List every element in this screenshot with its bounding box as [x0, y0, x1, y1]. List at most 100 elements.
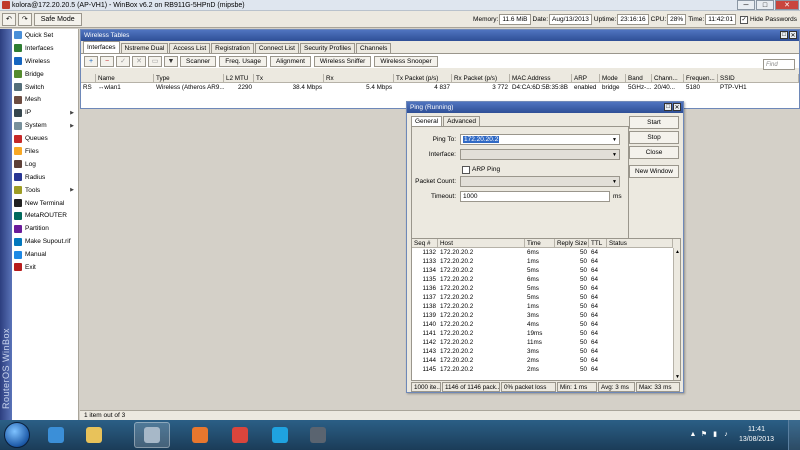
list-item[interactable]: 1140 172.20.20.2 4ms 50 64	[412, 320, 680, 329]
wireless-snooper-button[interactable]: Wireless Snooper	[374, 55, 438, 67]
volume-icon[interactable]: ♪	[722, 430, 730, 438]
taskbar-app-button[interactable]	[262, 422, 298, 448]
tab-channels[interactable]: Channels	[355, 43, 392, 53]
menu-item-switch[interactable]: Switch	[12, 81, 78, 94]
ping-close-window-button[interactable]: ✕	[673, 103, 681, 111]
tab-nstreme-dual[interactable]: Nstreme Dual	[120, 43, 169, 53]
stop-button[interactable]: Stop	[629, 131, 679, 144]
list-item[interactable]: 1144 172.20.20.2 2ms 50 64	[412, 356, 680, 365]
list-item[interactable]: 1132 172.20.20.2 6ms 50 64	[412, 248, 680, 257]
menu-item-queues[interactable]: Queues	[12, 132, 78, 145]
list-item[interactable]: 1137 172.20.20.2 5ms 50 64	[412, 293, 680, 302]
hide-passwords-checkbox[interactable]: ✓	[740, 15, 749, 24]
menu-item-quick-set[interactable]: Quick Set	[12, 29, 78, 42]
timeout-label: Timeout:	[430, 193, 456, 200]
taskbar-app-button[interactable]	[134, 422, 170, 448]
action-center-icon[interactable]: ⚑	[700, 430, 708, 438]
scroll-up-icon[interactable]: ▲	[674, 248, 681, 255]
submenu-arrow-icon: ▶	[70, 187, 74, 194]
taskbar-app-button[interactable]	[182, 422, 218, 448]
list-item[interactable]: 1143 172.20.20.2 3ms 50 64	[412, 347, 680, 356]
wt-maximize-button[interactable]: □	[780, 31, 788, 39]
taskbar-app-button[interactable]	[300, 422, 336, 448]
taskbar-app-button[interactable]	[76, 422, 112, 448]
remove-icon[interactable]: −	[100, 55, 114, 67]
tab-advanced[interactable]: Advanced	[443, 116, 481, 126]
tab-security-profiles[interactable]: Security Profiles	[299, 43, 355, 53]
menu-item-tools[interactable]: Tools ▶	[12, 184, 78, 197]
menu-item-new-terminal[interactable]: New Terminal	[12, 197, 78, 210]
menu-item-files[interactable]: Files	[12, 145, 78, 158]
tray-expand-icon[interactable]: ▲	[689, 430, 697, 438]
wt-close-button[interactable]: ✕	[789, 31, 797, 39]
list-item[interactable]: 1142 172.20.20.2 11ms 50 64	[412, 338, 680, 347]
start-button[interactable]	[4, 422, 30, 448]
enable-icon[interactable]: ✓	[116, 55, 130, 67]
start-button[interactable]: Start	[629, 116, 679, 129]
ping-to-input[interactable]: 172.20.20.2 ▼	[460, 134, 620, 145]
minimize-button[interactable]: ─	[737, 0, 755, 10]
filter-icon[interactable]: ▼	[164, 55, 178, 67]
ping-maximize-button[interactable]: □	[664, 103, 672, 111]
scroll-down-icon[interactable]: ▼	[674, 373, 681, 380]
alignment-button[interactable]: Alignment	[270, 55, 311, 67]
arp-ping-checkbox[interactable]	[462, 165, 470, 174]
menu-item-make-supout-rif[interactable]: Make Supout.rif	[12, 235, 78, 248]
close-button[interactable]: ✕	[775, 0, 799, 10]
menu-item-partition[interactable]: Partition	[12, 222, 78, 235]
maximize-button[interactable]: □	[756, 0, 774, 10]
wireless-sniffer-button[interactable]: Wireless Sniffer	[313, 55, 372, 67]
list-item[interactable]: 1138 172.20.20.2 1ms 50 64	[412, 302, 680, 311]
tab-registration[interactable]: Registration	[211, 43, 254, 53]
add-icon[interactable]: +	[84, 55, 98, 67]
scanner-button[interactable]: Scanner	[180, 55, 217, 67]
list-item[interactable]: 1139 172.20.20.2 3ms 50 64	[412, 311, 680, 320]
timeout-input[interactable]: 1000	[460, 191, 610, 202]
menu-item-ip[interactable]: IP ▶	[12, 106, 78, 119]
list-item[interactable]: 1136 172.20.20.2 5ms 50 64	[412, 284, 680, 293]
brand-text: RouterOS WinBox	[1, 327, 11, 409]
menu-item-manual[interactable]: Manual	[12, 248, 78, 261]
freq-usage-button[interactable]: Freq. Usage	[219, 55, 267, 67]
menu-item-mesh[interactable]: Mesh	[12, 93, 78, 106]
list-item[interactable]: 1134 172.20.20.2 5ms 50 64	[412, 266, 680, 275]
taskbar-app-button[interactable]	[38, 422, 74, 448]
menu-item-bridge[interactable]: Bridge	[12, 68, 78, 81]
disable-icon[interactable]: ✕	[132, 55, 146, 67]
menu-item-log[interactable]: Log	[12, 158, 78, 171]
comment-icon[interactable]: ▭	[148, 55, 162, 67]
list-item[interactable]: 1133 172.20.20.2 1ms 50 64	[412, 257, 680, 266]
dropdown-icon: ▼	[612, 151, 617, 158]
menu-item-exit[interactable]: Exit	[12, 261, 78, 274]
redo-button[interactable]: ↷	[17, 12, 32, 26]
table-row[interactable]: RS ↔wlan1 Wireless (Atheros AR9... 2290 38.4…	[81, 83, 799, 92]
ping-close-button[interactable]: Close	[629, 146, 679, 159]
submenu-arrow-icon: ▶	[70, 122, 74, 129]
menu-item-wireless[interactable]: Wireless	[12, 55, 78, 68]
menu-item-metarouter[interactable]: MetaROUTER	[12, 209, 78, 222]
list-item[interactable]: 1145 172.20.20.2 2ms 50 64	[412, 365, 680, 374]
new-window-button[interactable]: New Window	[629, 165, 679, 178]
find-input[interactable]: Find	[763, 59, 795, 70]
menu-item-radius[interactable]: Radius	[12, 171, 78, 184]
taskbar-clock[interactable]: 11:41 13/08/2013	[739, 425, 774, 445]
packet-count-input[interactable]: ▼	[460, 176, 620, 187]
table-cell: 172.20.20.2	[440, 249, 474, 256]
menu-item-system[interactable]: System ▶	[12, 119, 78, 132]
wireless-tabs: Interfaces Nstreme Dual Access List Registr…	[81, 41, 799, 53]
status-cell: Max: 33 ms	[636, 382, 680, 392]
menu-item-interfaces[interactable]: Interfaces	[12, 42, 78, 55]
list-item[interactable]: 1135 172.20.20.2 6ms 50 64	[412, 275, 680, 284]
tab-general[interactable]: General	[411, 116, 443, 126]
tab-access-list[interactable]: Access List	[169, 43, 211, 53]
network-icon[interactable]: ▮	[711, 430, 719, 438]
list-item[interactable]: 1141 172.20.20.2 19ms 50 64	[412, 329, 680, 338]
tab-connect-list[interactable]: Connect List	[254, 43, 299, 53]
undo-button[interactable]: ↶	[2, 12, 16, 26]
safe-mode-button[interactable]: Safe Mode	[33, 12, 82, 26]
taskbar-app-button[interactable]	[222, 422, 258, 448]
tab-interfaces[interactable]: Interfaces	[83, 41, 120, 53]
interface-select[interactable]: ▼	[460, 149, 620, 160]
results-scrollbar[interactable]: ▲ ▼	[673, 248, 680, 380]
show-desktop-button[interactable]	[788, 420, 800, 450]
